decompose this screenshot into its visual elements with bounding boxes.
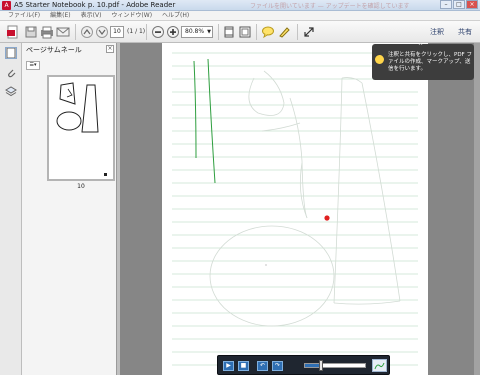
menu-bar: ファイル(F) 編集(E) 表示(V) ウィンドウ(W) ヘルプ(H) (0, 11, 480, 21)
adobe-reader-icon: A (2, 1, 11, 10)
menu-file[interactable]: ファイル(F) (8, 11, 40, 20)
pen-icon[interactable] (372, 359, 387, 372)
green-pen-stroke (207, 58, 216, 184)
playback-progress-fill (305, 364, 320, 367)
zoom-select[interactable]: 80.8% ▼ (181, 26, 213, 38)
sketch-stroke (289, 97, 308, 219)
sketch-stroke (333, 300, 401, 305)
minimize-button[interactable]: – (440, 0, 452, 9)
close-icon[interactable]: × (106, 45, 114, 53)
email-icon[interactable] (56, 25, 70, 39)
toolbar-separator (146, 24, 147, 40)
toolbar-separator (218, 24, 219, 40)
sketch-stroke (261, 122, 301, 132)
toolbar-separator (297, 24, 298, 40)
ruled-lines (172, 52, 418, 366)
stop-icon[interactable]: ■ (238, 361, 249, 371)
green-pen-stroke (193, 60, 197, 159)
print-icon[interactable] (40, 25, 54, 39)
sketch-stroke (248, 70, 285, 116)
page-thumbnail[interactable] (47, 75, 115, 181)
main-toolbar: 10 (1 / 1) 80.8% ▼ 注釈 共有 (0, 21, 480, 43)
toolbar-separator (75, 24, 76, 40)
chevron-down-icon: ▼ (207, 29, 211, 35)
page-number-input[interactable]: 10 (110, 26, 124, 38)
save-icon[interactable] (24, 25, 38, 39)
thumbnail-panel: ページサムネール × ☰▾ 10 (22, 43, 117, 375)
sketch-stroke (299, 162, 308, 219)
share-tab[interactable]: 共有 (458, 27, 472, 37)
sketch-stroke (361, 82, 401, 302)
menu-edit[interactable]: 編集(E) (50, 11, 70, 20)
toolbar-separator (256, 24, 257, 40)
navigation-strip (0, 43, 22, 375)
vertical-scrollbar[interactable] (474, 43, 480, 375)
bulb-icon (375, 55, 384, 64)
close-window-button[interactable]: × (466, 0, 478, 9)
thumbnail-page-label: 10 (77, 183, 85, 190)
comment-share-tooltip: ^ 注釈と共有をクリックし、PDF ファイルの作成、マークアップ、送信を行います… (372, 43, 474, 80)
document-area[interactable] (120, 43, 480, 375)
notebook-page (162, 43, 428, 375)
window-title: A5 Starter Notebook p. 10.pdf - Adobe Re… (14, 1, 176, 9)
thumbnails-icon[interactable] (5, 47, 17, 59)
create-pdf-icon[interactable] (6, 25, 20, 39)
window-controls: – □ × (440, 0, 478, 9)
undo-icon[interactable]: ↶ (257, 361, 268, 371)
fit-width-icon[interactable] (238, 25, 252, 39)
prev-page-icon[interactable] (80, 25, 94, 39)
zoom-in-icon[interactable] (166, 25, 180, 39)
playback-slider[interactable] (304, 363, 366, 368)
panel-options-button[interactable]: ☰▾ (26, 61, 40, 70)
title-bar: A A5 Starter Notebook p. 10.pdf - Adobe … (0, 0, 480, 11)
menu-view[interactable]: 表示(V) (81, 11, 102, 20)
next-page-icon[interactable] (95, 25, 109, 39)
playback-bar: ▶ ■ ↶ ↷ (217, 355, 390, 375)
expand-icon[interactable] (302, 25, 316, 39)
menu-help[interactable]: ヘルプ(H) (162, 11, 189, 20)
redo-icon[interactable]: ↷ (272, 361, 283, 371)
page-total-label: (1 / 1) (127, 28, 146, 35)
layers-icon[interactable] (5, 85, 17, 97)
page-canvas (172, 52, 418, 366)
fit-page-icon[interactable] (222, 25, 236, 39)
tooltip-text: 注釈と共有をクリックし、PDF ファイルの作成、マークアップ、送信を行います。 (388, 52, 472, 72)
playback-slider-handle[interactable] (319, 360, 323, 371)
comment-icon[interactable] (261, 25, 275, 39)
menu-window[interactable]: ウィンドウ(W) (111, 11, 152, 20)
panel-title: ページサムネール (26, 46, 82, 54)
zoom-value: 80.8% (185, 28, 205, 35)
small-dot (265, 264, 267, 266)
comment-tab[interactable]: 注釈 (430, 27, 444, 37)
red-dot (324, 215, 330, 221)
background-notice: ファイルを開いています — アップデートを確認しています (250, 3, 410, 10)
attachments-icon[interactable] (5, 67, 17, 79)
zoom-out-icon[interactable] (151, 25, 165, 39)
sketch-stroke (333, 77, 343, 304)
sketch-ellipse (209, 225, 335, 327)
maximize-button[interactable]: □ (453, 0, 465, 9)
highlight-icon[interactable] (277, 25, 291, 39)
play-icon[interactable]: ▶ (223, 361, 234, 371)
tooltip-caret: ^ (418, 43, 424, 50)
sketch-stroke (341, 77, 363, 84)
